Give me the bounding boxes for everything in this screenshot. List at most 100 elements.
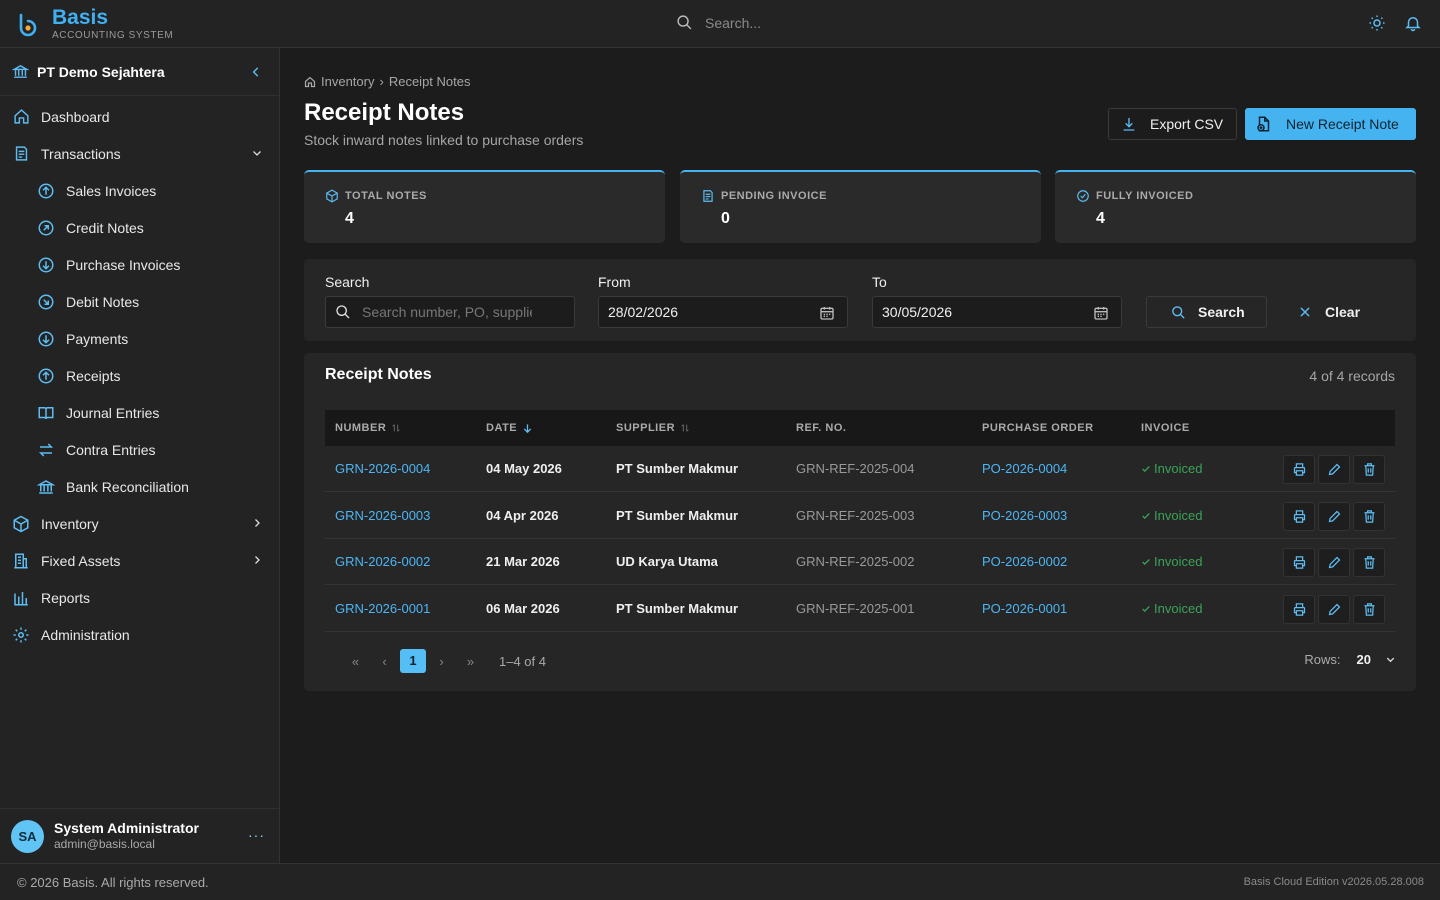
- edit-button[interactable]: [1318, 548, 1350, 577]
- purchase-order-link[interactable]: PO-2026-0001: [982, 601, 1067, 616]
- search-icon: [1172, 305, 1185, 319]
- more-options-icon[interactable]: ···: [248, 827, 265, 843]
- print-button[interactable]: [1283, 595, 1315, 624]
- sidebar-item-inventory[interactable]: Inventory: [0, 505, 279, 542]
- sidebar-item-contra-entries[interactable]: Contra Entries: [0, 431, 279, 468]
- edit-button[interactable]: [1318, 595, 1350, 624]
- chevron-left-icon[interactable]: [249, 65, 263, 79]
- sidebar-item-fixed-assets[interactable]: Fixed Assets: [0, 542, 279, 579]
- supplier-name: UD Karya Utama: [616, 554, 718, 569]
- sidebar-item-administration[interactable]: Administration: [0, 616, 279, 653]
- version: Basis Cloud Edition v2026.05.28.008: [1243, 876, 1424, 888]
- print-button[interactable]: [1283, 548, 1315, 577]
- user-email: admin@basis.local: [54, 837, 155, 851]
- sidebar-item-reports[interactable]: Reports: [0, 579, 279, 616]
- breadcrumb-parent[interactable]: Inventory: [321, 74, 374, 89]
- stat-card-fully-invoiced: FULLY INVOICED 4: [1055, 170, 1416, 243]
- receipt-number-link[interactable]: GRN-2026-0001: [335, 601, 430, 616]
- home-icon[interactable]: [304, 76, 316, 88]
- chevron-right-icon: [255, 556, 260, 564]
- sidebar-item-dashboard[interactable]: Dashboard: [0, 98, 279, 135]
- sidebar-item-purchase-invoices[interactable]: Purchase Invoices: [0, 246, 279, 283]
- edit-button[interactable]: [1318, 455, 1350, 484]
- search-input[interactable]: Search number, PO, supplier: [325, 296, 575, 328]
- top-actions: [1368, 14, 1422, 32]
- column-header-ref: REF. NO.: [796, 422, 846, 434]
- invoice-status-label: Invoiced: [1154, 601, 1203, 616]
- sidebar-item-credit-notes[interactable]: Credit Notes: [0, 209, 279, 246]
- breadcrumb-separator: ›: [379, 74, 384, 89]
- sidebar-item-debit-notes[interactable]: Debit Notes: [0, 283, 279, 320]
- search-icon: [677, 15, 692, 30]
- calendar-icon[interactable]: [1093, 305, 1109, 321]
- search-button[interactable]: Search: [1146, 296, 1267, 328]
- rows-per-page-select[interactable]: 20: [1357, 652, 1371, 667]
- sidebar-item-sales-invoices[interactable]: Sales Invoices: [0, 172, 279, 209]
- purchase-order-link[interactable]: PO-2026-0003: [982, 508, 1067, 523]
- sidebar-item-transactions[interactable]: Transactions: [0, 135, 279, 172]
- sidebar-item-receipts[interactable]: Receipts: [0, 357, 279, 394]
- delete-button[interactable]: [1353, 548, 1385, 577]
- reference-number: GRN-REF-2025-004: [796, 461, 915, 476]
- sun-icon[interactable]: [1368, 14, 1386, 32]
- printer-icon: [1293, 556, 1305, 569]
- column-header-supplier[interactable]: SUPPLIER: [616, 422, 690, 434]
- column-header-number[interactable]: NUMBER: [335, 422, 401, 434]
- rows-per-page: Rows: 20: [1304, 652, 1396, 667]
- close-icon: [1300, 307, 1310, 317]
- sidebar-item-bank-reconciliation[interactable]: Bank Reconciliation: [0, 468, 279, 505]
- invoice-status: Invoiced: [1141, 508, 1202, 523]
- table-title: Receipt Notes: [325, 366, 432, 383]
- global-search[interactable]: Search...: [676, 14, 761, 31]
- delete-button[interactable]: [1353, 455, 1385, 484]
- column-header-date[interactable]: DATE: [486, 422, 533, 434]
- last-page-button[interactable]: »: [456, 654, 485, 669]
- calendar-icon[interactable]: [819, 305, 835, 321]
- next-page-button[interactable]: ›: [427, 654, 456, 669]
- sidebar-item-journal-entries[interactable]: Journal Entries: [0, 394, 279, 431]
- clear-button[interactable]: Clear: [1298, 296, 1360, 328]
- to-date-field[interactable]: 30/05/2026: [872, 296, 1122, 328]
- edit-button[interactable]: [1318, 502, 1350, 531]
- receipt-number-link[interactable]: GRN-2026-0004: [335, 461, 430, 476]
- export-csv-label: Export CSV: [1150, 116, 1224, 132]
- chevron-down-icon[interactable]: [1385, 654, 1396, 665]
- printer-icon: [1293, 510, 1305, 523]
- stat-value: 4: [345, 210, 354, 227]
- receipt-number-link[interactable]: GRN-2026-0003: [335, 508, 430, 523]
- bank-icon: [37, 479, 55, 494]
- receipt-notes-table-card: Receipt Notes 4 of 4 records NUMBER DATE…: [304, 353, 1416, 691]
- swap-icon: [38, 442, 54, 457]
- print-button[interactable]: [1283, 455, 1315, 484]
- arrow-down-right-circle-icon: [38, 294, 54, 309]
- sidebar-item-label: Transactions: [41, 145, 121, 162]
- check-icon: [1142, 512, 1150, 519]
- check-icon: [1142, 465, 1150, 472]
- gear-icon: [13, 627, 29, 642]
- bell-icon[interactable]: [1404, 14, 1422, 32]
- purchase-order-link[interactable]: PO-2026-0004: [982, 461, 1067, 476]
- prev-page-button[interactable]: ‹: [370, 654, 399, 669]
- delete-button[interactable]: [1353, 502, 1385, 531]
- company-selector[interactable]: PT Demo Sejahtera: [0, 48, 279, 96]
- sidebar-item-payments[interactable]: Payments: [0, 320, 279, 357]
- receipt-number-link[interactable]: GRN-2026-0002: [335, 554, 430, 569]
- search-label: Search: [325, 274, 370, 290]
- stat-label: PENDING INVOICE: [721, 190, 827, 202]
- table-row: GRN-2026-0003 04 Apr 2026 PT Sumber Makm…: [325, 493, 1395, 539]
- reference-number: GRN-REF-2025-001: [796, 601, 915, 616]
- print-button[interactable]: [1283, 502, 1315, 531]
- delete-button[interactable]: [1353, 595, 1385, 624]
- purchase-order-link[interactable]: PO-2026-0002: [982, 554, 1067, 569]
- chevron-down-icon: [253, 151, 261, 156]
- page-1-button[interactable]: 1: [400, 649, 426, 673]
- column-header-label: INVOICE: [1141, 422, 1190, 434]
- new-receipt-note-button[interactable]: New Receipt Note: [1245, 108, 1416, 140]
- from-date-field[interactable]: 28/02/2026: [598, 296, 848, 328]
- supplier-name: PT Sumber Makmur: [616, 461, 739, 476]
- search-icon: [336, 305, 350, 319]
- export-csv-button[interactable]: Export CSV: [1108, 108, 1237, 140]
- user-profile[interactable]: SA System Administrator admin@basis.loca…: [0, 808, 279, 863]
- first-page-button[interactable]: «: [341, 654, 370, 669]
- app-logo[interactable]: Basis ACCOUNTING SYSTEM: [16, 7, 173, 42]
